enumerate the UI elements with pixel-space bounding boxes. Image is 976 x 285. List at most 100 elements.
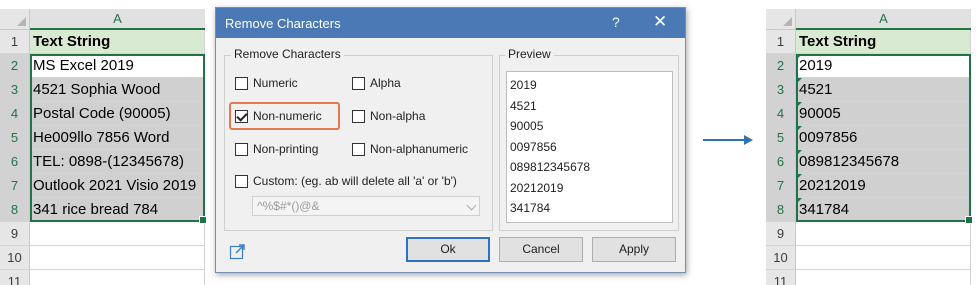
row-number[interactable]: 3 — [766, 78, 796, 102]
row-number[interactable]: 1 — [0, 30, 30, 54]
cell-value: 341784 — [799, 201, 850, 218]
data-cell[interactable]: TEL: 0898-(12345678) — [30, 150, 205, 174]
empty-cell[interactable] — [796, 246, 971, 270]
checkbox-box[interactable] — [352, 109, 365, 123]
preview-line: 341784 — [510, 201, 551, 215]
row-number[interactable]: 3 — [0, 78, 30, 102]
select-all-corner[interactable] — [0, 9, 30, 30]
dialog-titlebar: Remove Characters ? ✕ — [216, 8, 685, 38]
row-number[interactable]: 2 — [766, 54, 796, 78]
data-cell[interactable]: 341 rice bread 784 — [30, 198, 205, 222]
left-sheet: A 1 Text String 2 MS Excel 2019 3 4521 Soph… — [0, 9, 207, 285]
preview-group: Preview 2019 4521 90005 0097856 08981234… — [499, 47, 679, 231]
data-cell[interactable]: Postal Code (90005) — [30, 102, 205, 126]
data-cell[interactable]: 90005 — [796, 102, 971, 126]
data-cell[interactable]: He009llo 7856 Word — [30, 126, 205, 150]
preview-line: 0097856 — [510, 139, 557, 154]
cell-value: 4521 — [799, 81, 833, 98]
data-cell[interactable]: 341784 — [796, 198, 971, 222]
row-number[interactable]: 11 — [0, 270, 30, 285]
data-cell[interactable]: 2019 — [796, 54, 971, 78]
preview-line: 089812345678 — [510, 160, 591, 174]
row-number[interactable]: 10 — [766, 246, 796, 270]
data-cell[interactable]: 089812345678 — [796, 150, 971, 174]
dialog-title: Remove Characters — [225, 16, 341, 31]
number-as-text-indicator — [796, 150, 802, 156]
help-icon[interactable]: ? — [612, 14, 620, 30]
number-as-text-indicator — [796, 54, 802, 60]
ok-button[interactable]: Ok — [406, 237, 490, 262]
right-arrow-icon — [703, 135, 753, 145]
row-number[interactable]: 1 — [766, 30, 796, 54]
cancel-button[interactable]: Cancel — [499, 237, 583, 262]
data-cell[interactable]: Outlook 2021 Visio 2019 — [30, 174, 205, 198]
row-number[interactable]: 8 — [766, 198, 796, 222]
checkbox-label: Alpha — [370, 76, 401, 90]
empty-cell[interactable] — [30, 246, 205, 270]
external-link-icon[interactable] — [229, 243, 246, 260]
non-alpha-checkbox[interactable]: Non-alpha — [352, 109, 425, 123]
column-header-a[interactable]: A — [796, 9, 971, 30]
number-as-text-indicator — [796, 78, 802, 84]
cell-value: 90005 — [799, 105, 841, 122]
header-cell[interactable]: Text String — [30, 30, 205, 54]
checkbox-box[interactable] — [352, 142, 365, 156]
row-number[interactable]: 7 — [766, 174, 796, 198]
number-as-text-indicator — [796, 102, 802, 108]
preview-line: 4521 — [510, 98, 537, 113]
checkmark-icon[interactable] — [235, 109, 248, 123]
preview-list[interactable]: 2019 4521 90005 0097856 089812345678 202… — [506, 71, 673, 223]
header-cell[interactable]: Text String — [796, 30, 971, 54]
data-cell[interactable]: MS Excel 2019 — [30, 54, 205, 78]
numeric-checkbox[interactable]: Numeric — [235, 76, 298, 90]
checkbox-box[interactable] — [235, 142, 248, 156]
data-cell[interactable]: 4521 Sophia Wood — [30, 78, 205, 102]
select-all-corner[interactable] — [766, 9, 796, 30]
row-number[interactable]: 2 — [0, 54, 30, 78]
row-number[interactable]: 10 — [0, 246, 30, 270]
row-number[interactable]: 5 — [0, 126, 30, 150]
alpha-checkbox[interactable]: Alpha — [352, 76, 401, 90]
checkbox-label: Non-alpha — [370, 109, 426, 123]
row-number[interactable]: 4 — [766, 102, 796, 126]
row-number[interactable]: 9 — [0, 222, 30, 246]
group-title: Preview — [505, 47, 554, 61]
checkbox-label: Non-printing — [253, 142, 319, 156]
data-cell[interactable]: 0097856 — [796, 126, 971, 150]
checkbox-label: Non-alphanumeric — [370, 142, 469, 156]
number-as-text-indicator — [796, 174, 802, 180]
empty-cell[interactable] — [796, 270, 971, 285]
close-icon[interactable]: ✕ — [653, 12, 667, 32]
custom-checkbox[interactable]: Custom: (eg. ab will delete all 'a' or '… — [235, 174, 457, 188]
empty-cell[interactable] — [30, 270, 205, 285]
row-number[interactable]: 7 — [0, 174, 30, 198]
data-cell[interactable]: 20212019 — [796, 174, 971, 198]
checkbox-box[interactable] — [235, 174, 248, 188]
row-number[interactable]: 6 — [0, 150, 30, 174]
chevron-down-icon[interactable] — [466, 200, 477, 211]
data-cell[interactable]: 4521 — [796, 78, 971, 102]
number-as-text-indicator — [796, 198, 802, 204]
cell-value: 0097856 — [799, 129, 858, 146]
checkbox-label: Numeric — [253, 76, 298, 90]
row-number[interactable]: 4 — [0, 102, 30, 126]
row-number[interactable]: 11 — [766, 270, 796, 285]
cell-value: 20212019 — [799, 177, 866, 194]
row-number[interactable]: 6 — [766, 150, 796, 174]
empty-cell[interactable] — [30, 222, 205, 246]
row-number[interactable]: 8 — [0, 198, 30, 222]
row-number[interactable]: 5 — [766, 126, 796, 150]
row-number[interactable]: 9 — [766, 222, 796, 246]
preview-line: 2019 — [510, 78, 537, 92]
apply-button[interactable]: Apply — [592, 237, 676, 262]
checkbox-label: Custom: (eg. ab will delete all 'a' or '… — [253, 174, 457, 188]
checkbox-label: Non-numeric — [253, 109, 322, 123]
empty-cell[interactable] — [796, 222, 971, 246]
non-numeric-checkbox[interactable]: Non-numeric — [235, 109, 322, 123]
non-printing-checkbox[interactable]: Non-printing — [235, 142, 318, 156]
column-header-a[interactable]: A — [30, 9, 205, 30]
non-alphanumeric-checkbox[interactable]: Non-alphanumeric — [352, 142, 468, 156]
checkbox-box[interactable] — [235, 76, 248, 90]
checkbox-box[interactable] — [352, 76, 365, 90]
custom-characters-input[interactable]: ^%$#*()@& — [252, 196, 480, 216]
